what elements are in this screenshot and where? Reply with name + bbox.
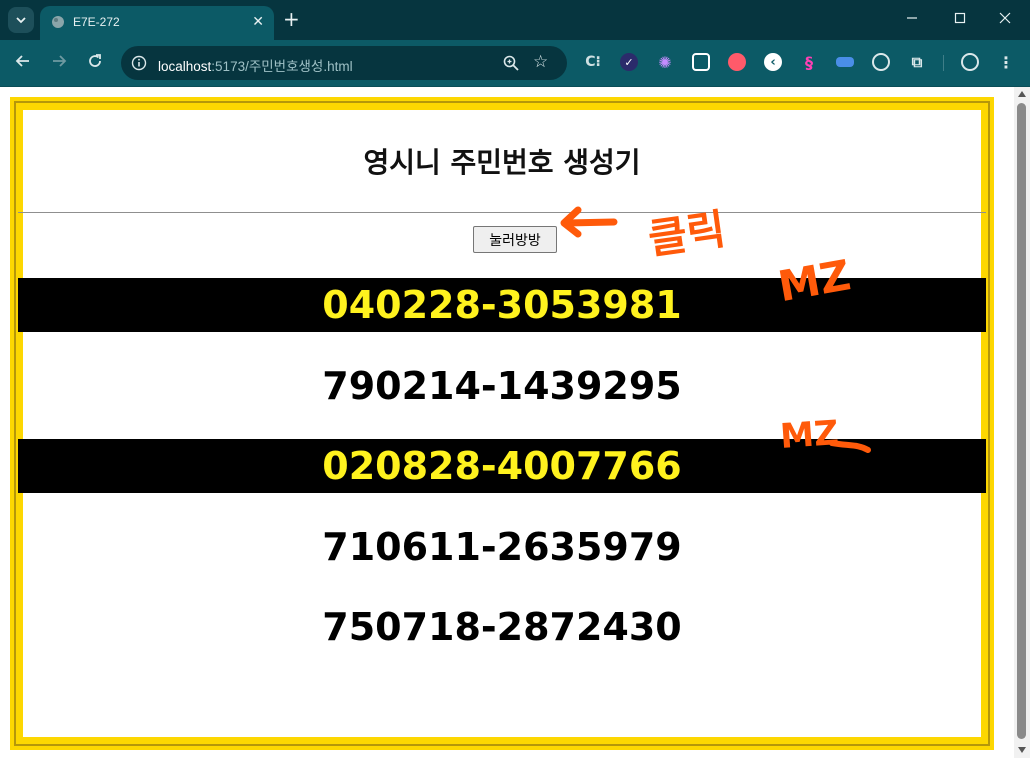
title-divider — [18, 212, 986, 213]
browser-toolbar: localhost:5173/주민번호생성.html ☆ C⁝ ✓ ✺ ‹ § … — [0, 40, 1030, 86]
ext-flag-icon[interactable] — [836, 57, 854, 67]
url-host: localhost — [158, 59, 212, 74]
tab-title: E7E-272 — [73, 15, 120, 29]
url-path: :5173/주민번호생성.html — [211, 59, 353, 74]
generate-button[interactable]: 눌러방방 — [473, 226, 557, 253]
minimize-icon[interactable] — [906, 12, 918, 27]
close-window-icon[interactable] — [999, 12, 1011, 27]
ext-check-icon[interactable]: ✓ — [620, 53, 638, 71]
scroll-up-arrow-icon[interactable] — [1018, 91, 1026, 97]
number-row-2: 790214-1439295 — [322, 364, 682, 408]
page-title: 영시니 주민번호 생성기 — [363, 146, 641, 179]
page-viewport: 영시니 주민번호 생성기 눌러방방 040228-3053981 790214-… — [0, 87, 1014, 758]
frame-border: 영시니 주민번호 생성기 눌러방방 040228-3053981 790214-… — [14, 101, 990, 746]
address-bar[interactable]: localhost:5173/주민번호생성.html ☆ — [121, 46, 567, 80]
reload-icon[interactable] — [87, 53, 103, 73]
browser-tab[interactable]: E7E-272 ✕ — [40, 6, 274, 40]
number-row-1: 040228-3053981 — [18, 278, 986, 332]
scroll-thumb[interactable] — [1017, 103, 1026, 739]
puzzle-icon[interactable]: ⧉ — [908, 53, 926, 71]
number-row-3: 020828-4007766 — [18, 439, 986, 493]
tab-search-button[interactable] — [8, 7, 34, 33]
zoom-icon[interactable] — [502, 54, 520, 72]
chevron-down-icon — [16, 17, 26, 24]
number-row-5: 750718-2872430 — [322, 605, 682, 649]
ext-back-icon[interactable]: ‹ — [764, 53, 782, 71]
ext-c-icon[interactable]: C⁝ — [584, 53, 602, 71]
number-row-4: 710611-2635979 — [322, 525, 682, 569]
menu-dots-icon[interactable]: ⋮ — [997, 53, 1015, 72]
tab-strip: E7E-272 ✕ + — [0, 0, 1030, 40]
maximize-icon[interactable] — [954, 12, 966, 27]
site-info-icon[interactable] — [131, 55, 147, 71]
scroll-down-arrow-icon[interactable] — [1018, 747, 1026, 753]
close-tab-icon[interactable]: ✕ — [252, 14, 264, 30]
url-text[interactable]: localhost:5173/주민번호생성.html — [158, 55, 353, 75]
vertical-scrollbar[interactable] — [1014, 87, 1030, 758]
ext-bird-icon[interactable] — [728, 53, 746, 71]
ext-target-icon[interactable] — [872, 53, 890, 71]
bookmark-star-icon[interactable]: ☆ — [533, 52, 548, 72]
yellow-frame: 영시니 주민번호 생성기 눌러방방 040228-3053981 790214-… — [10, 97, 994, 750]
toolbar-divider — [943, 55, 944, 71]
content-panel: 영시니 주민번호 생성기 눌러방방 040228-3053981 790214-… — [18, 110, 986, 737]
back-icon[interactable] — [15, 53, 31, 73]
ext-gear-icon[interactable]: ✺ — [656, 53, 674, 72]
ext-square-icon[interactable] — [692, 53, 710, 71]
new-tab-button[interactable]: + — [283, 9, 300, 29]
ext-s-icon[interactable]: § — [800, 53, 818, 72]
forward-icon[interactable] — [51, 53, 67, 73]
profile-icon[interactable] — [961, 53, 979, 71]
globe-icon — [52, 16, 64, 28]
